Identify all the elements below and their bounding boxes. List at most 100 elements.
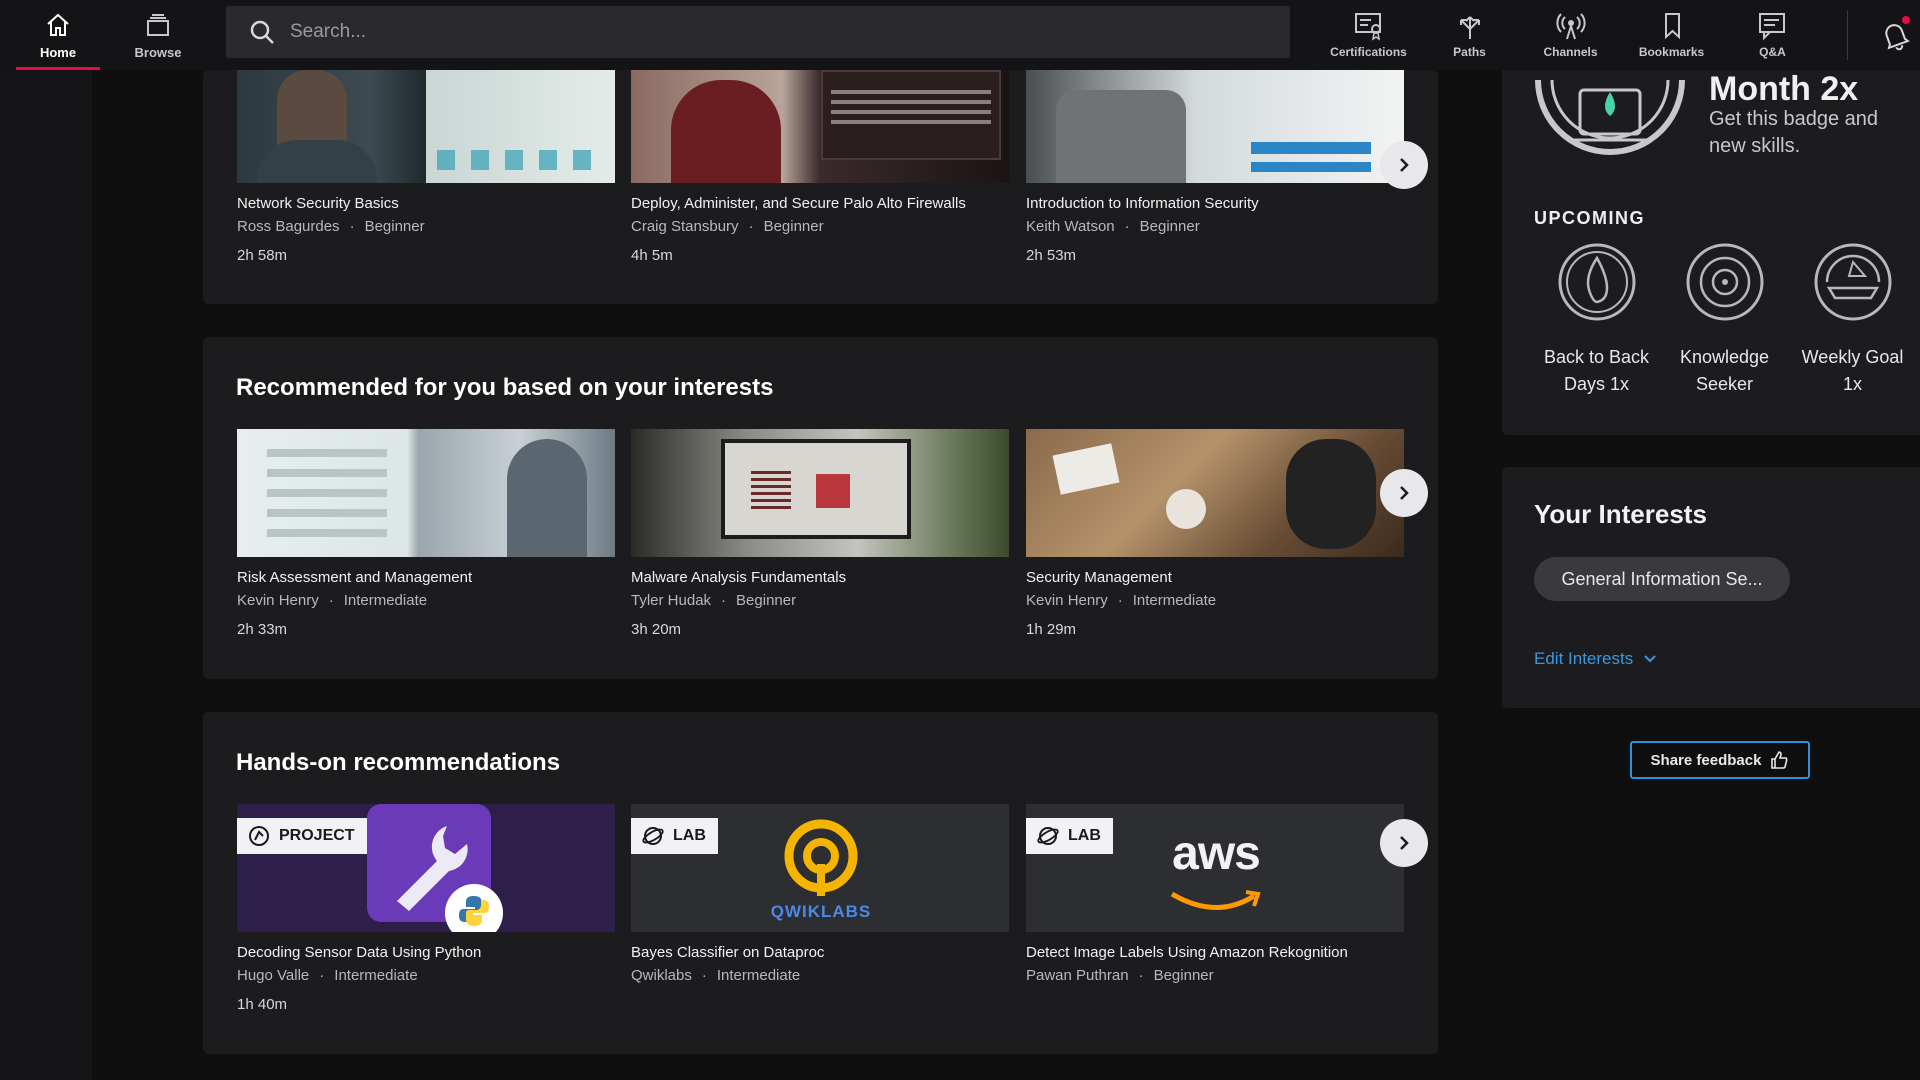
course-card[interactable]: Malware Analysis Fundamentals Tyler Huda…	[631, 429, 1009, 638]
course-thumbnail	[237, 429, 615, 557]
course-thumbnail	[1026, 429, 1404, 557]
nav-channels-label: Channels	[1543, 45, 1598, 59]
interest-chip[interactable]: General Information Se...	[1534, 557, 1790, 601]
nav-browse-label: Browse	[134, 44, 182, 60]
lab-card[interactable]: QWIKLABS LAB Bayes Classifier on Datapro…	[631, 804, 1009, 984]
lab-card[interactable]: aws LAB Detect Image Labels Using Amazon…	[1026, 804, 1404, 984]
course-card[interactable]: Security Management Kevin Henry · Intermed…	[1026, 429, 1404, 638]
course-duration: 4h 5m	[631, 247, 673, 264]
interests-panel: Your Interests General Information Se...…	[1502, 467, 1920, 708]
project-card[interactable]: PROJECT Decoding Sensor Data Using Pytho…	[237, 804, 615, 1013]
course-thumbnail	[1026, 70, 1404, 183]
course-thumbnail	[631, 70, 1009, 183]
course-level: Beginner	[1153, 967, 1214, 984]
course-author[interactable]: Craig Stansbury	[631, 218, 739, 235]
course-author[interactable]: Hugo Valle	[237, 967, 309, 984]
project-thumbnail: PROJECT	[237, 804, 615, 932]
course-meta: Craig Stansbury · Beginner	[631, 218, 1009, 235]
course-title[interactable]: Introduction to Information Security	[1026, 195, 1404, 212]
upcoming-badge-line1: Knowledge	[1679, 347, 1770, 367]
lab-icon	[642, 827, 664, 845]
chevron-right-icon	[1400, 836, 1409, 850]
badge-subtitle-line2: new skills.	[1709, 135, 1801, 157]
meta-separator: ·	[748, 218, 754, 235]
aws-logo-text: aws	[1172, 827, 1261, 880]
nav-paths[interactable]: Paths	[1419, 0, 1520, 70]
course-thumbnail	[631, 429, 1009, 557]
carousel-next-button[interactable]	[1380, 469, 1428, 517]
upcoming-badge[interactable]: Weekly Goal 1x	[1790, 242, 1915, 395]
carousel-next-button[interactable]	[1380, 819, 1428, 867]
course-meta: Kevin Henry · Intermediate	[1026, 592, 1404, 609]
handson-section: Hands-on recommendations PROJECT Decodin…	[203, 712, 1438, 1054]
course-author[interactable]: Pawan Puthran	[1026, 967, 1129, 984]
interests-heading: Your Interests	[1534, 499, 1707, 529]
recommended-section: Recommended for you based on your intere…	[203, 337, 1438, 679]
badge-icon	[1535, 79, 1685, 155]
course-title[interactable]: Malware Analysis Fundamentals	[631, 569, 1009, 586]
course-level: Beginner	[364, 218, 425, 235]
course-card[interactable]: Introduction to Information Security Kei…	[1026, 70, 1404, 264]
search-input[interactable]	[290, 21, 1190, 43]
course-author[interactable]: Keith Watson	[1026, 218, 1115, 235]
lab-tag-label: LAB	[1068, 827, 1101, 844]
paths-icon	[1459, 16, 1480, 39]
broadcast-icon	[1555, 13, 1586, 40]
nav-certifications[interactable]: Certifications	[1318, 0, 1419, 70]
course-thumbnail	[237, 70, 615, 183]
nav-qa[interactable]: Q&A	[1722, 0, 1823, 70]
course-author[interactable]: Ross Bagurdes	[237, 218, 340, 235]
share-feedback-button[interactable]: Share feedback	[1630, 741, 1810, 779]
course-card[interactable]: Deploy, Administer, and Secure Palo Alto…	[631, 70, 1009, 264]
course-card[interactable]: Network Security Basics Ross Bagurdes · Be…	[237, 70, 615, 264]
course-title[interactable]: Decoding Sensor Data Using Python	[237, 944, 615, 961]
upcoming-badge[interactable]: Knowledge Seeker	[1662, 242, 1787, 395]
carousel-next-button[interactable]	[1380, 141, 1428, 189]
aws-smile-icon	[1170, 890, 1261, 910]
upcoming-badge[interactable]: Back to Back Days 1x	[1534, 242, 1659, 395]
lab-thumbnail: QWIKLABS LAB	[631, 804, 1009, 932]
upcoming-badge-line1: Weekly Goal	[1801, 347, 1904, 367]
edit-interests-link[interactable]: Edit Interests	[1534, 649, 1657, 669]
nav-paths-label: Paths	[1453, 45, 1486, 59]
course-author[interactable]: Kevin Henry	[1026, 592, 1108, 609]
course-meta: Hugo Valle · Intermediate	[237, 967, 615, 984]
course-level: Intermediate	[334, 967, 418, 984]
course-meta: Ross Bagurdes · Beginner	[237, 218, 615, 235]
lab-icon	[1037, 827, 1059, 845]
course-author[interactable]: Tyler Hudak	[631, 592, 711, 609]
nav-browse[interactable]: Browse	[108, 0, 208, 70]
qwiklabs-logo-icon	[784, 819, 858, 896]
course-title[interactable]: Network Security Basics	[237, 195, 615, 212]
course-title[interactable]: Risk Assessment and Management	[237, 569, 615, 586]
search-bar[interactable]	[226, 6, 1290, 58]
course-title[interactable]: Security Management	[1026, 569, 1404, 586]
course-title[interactable]: Detect Image Labels Using Amazon Rekogni…	[1026, 944, 1404, 961]
course-card[interactable]: Risk Assessment and Management Kevin Hen…	[237, 429, 615, 638]
badge-subtitle-line1: Get this badge and	[1709, 108, 1879, 130]
course-duration: 1h 29m	[1026, 621, 1077, 638]
chevron-down-icon	[1644, 655, 1656, 663]
bookmark-icon	[1664, 13, 1680, 40]
course-title[interactable]: Deploy, Administer, and Secure Palo Alto…	[631, 195, 1009, 212]
course-level: Beginner	[736, 592, 797, 609]
nav-home[interactable]: Home	[8, 0, 108, 70]
meta-separator: ·	[319, 967, 325, 984]
lab-tag-label: LAB	[673, 827, 706, 844]
nav-bookmarks-label: Bookmarks	[1638, 45, 1705, 59]
upcoming-label: UPCOMING	[1534, 208, 1645, 228]
project-icon	[249, 826, 269, 846]
meta-separator: ·	[1138, 967, 1144, 984]
course-author[interactable]: Qwiklabs	[631, 967, 692, 984]
course-author[interactable]: Kevin Henry	[237, 592, 319, 609]
course-level: Intermediate	[1132, 592, 1217, 609]
meta-separator: ·	[349, 218, 355, 235]
course-title[interactable]: Bayes Classifier on Dataproc	[631, 944, 1009, 961]
course-meta: Tyler Hudak · Beginner	[631, 592, 1009, 609]
course-duration: 3h 20m	[631, 621, 682, 638]
course-duration: 2h 58m	[237, 247, 288, 264]
browse-icon	[147, 13, 169, 36]
course-duration: 2h 33m	[237, 621, 288, 638]
course-duration: 1h 40m	[237, 996, 288, 1013]
qwiklabs-logo-text: QWIKLABS	[770, 902, 872, 921]
